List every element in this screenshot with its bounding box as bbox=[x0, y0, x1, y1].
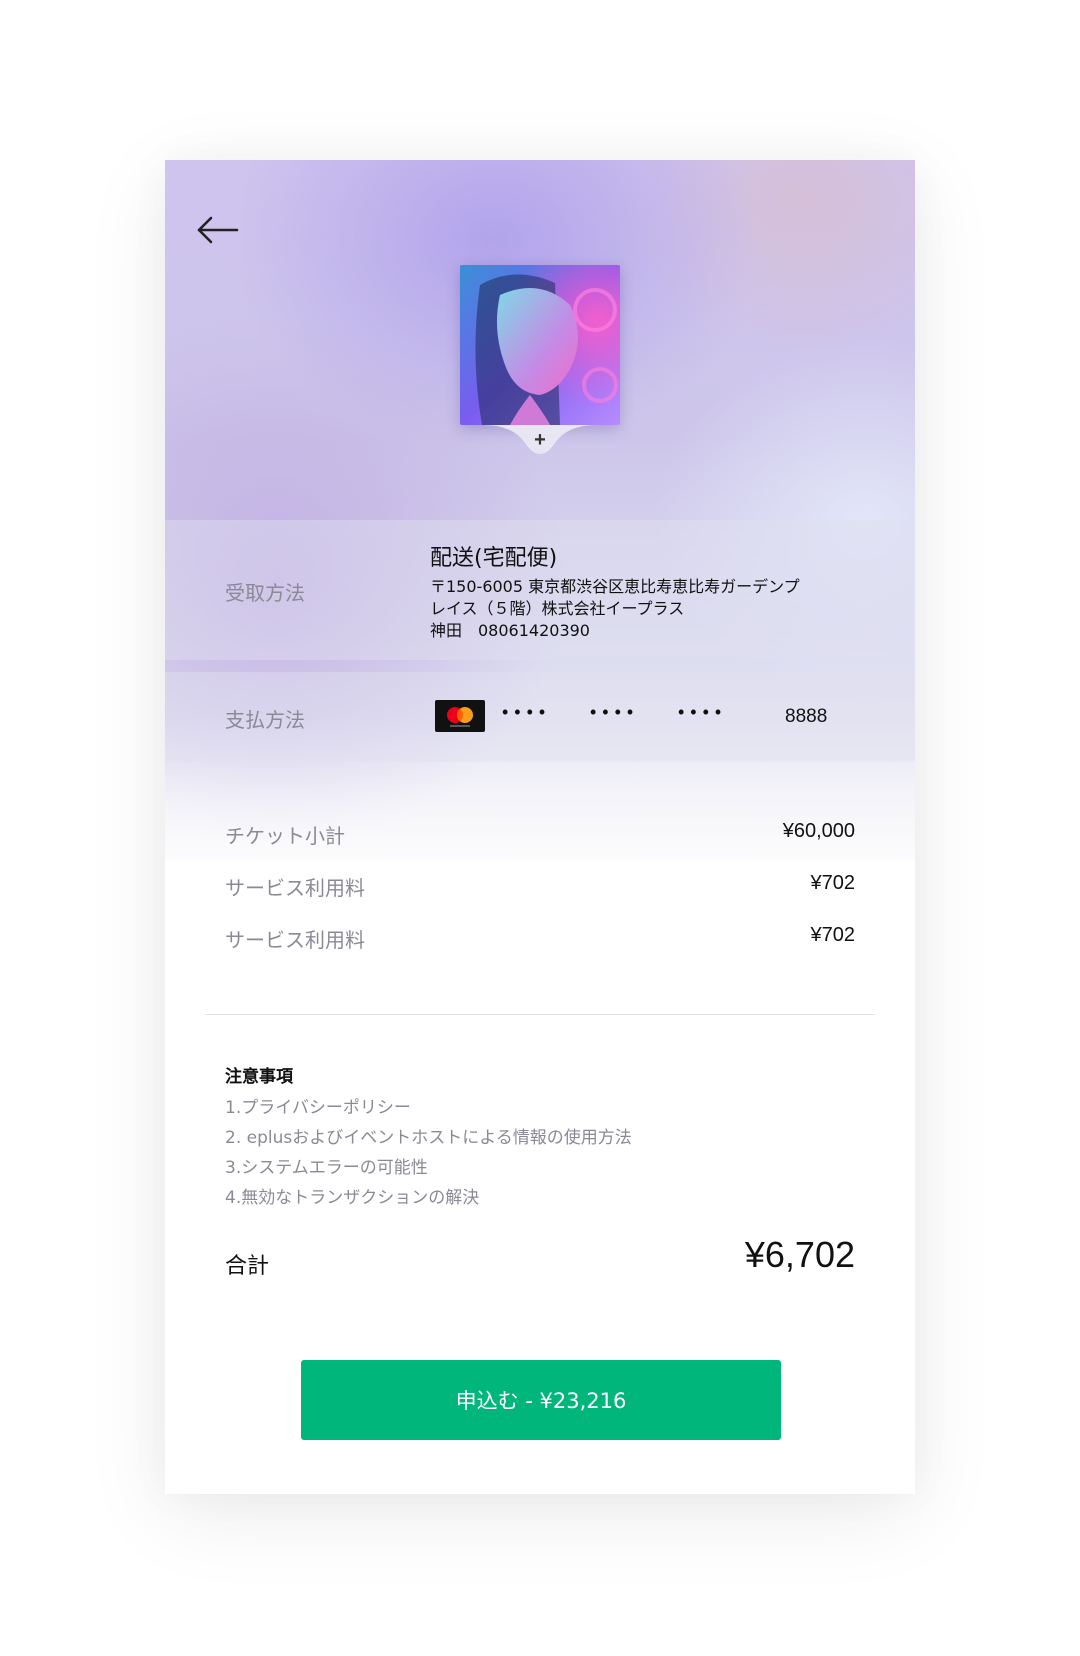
notes-link-invalid-transaction[interactable]: 4.無効なトランザクションの解決 bbox=[225, 1183, 855, 1213]
shipping-address-line2: レイス（５階）株式会社イープラス bbox=[430, 599, 685, 618]
checkout-card: + 受取方法 配送(宅配便) 〒150-6005 東京都渋谷区恵比寿恵比寿ガーデ… bbox=[165, 160, 915, 1494]
line-item-label: チケット小計 bbox=[225, 824, 345, 848]
line-item-label: サービス利用料 bbox=[225, 928, 365, 952]
plus-icon: + bbox=[534, 429, 546, 451]
shipping-method: 配送(宅配便) bbox=[430, 546, 558, 571]
event-cover-image bbox=[460, 265, 620, 425]
line-item: チケット小計 ¥60,000 bbox=[225, 820, 855, 872]
line-item-value: ¥702 bbox=[810, 924, 856, 946]
payment-label: 支払方法 bbox=[225, 708, 305, 732]
line-item-label: サービス利用料 bbox=[225, 876, 365, 900]
shipping-address-line1: 〒150-6005 東京都渋谷区恵比寿恵比寿ガーデンプ bbox=[430, 577, 800, 596]
arrow-left-icon bbox=[197, 216, 239, 244]
notes-link-system-error[interactable]: 3.システムエラーの可能性 bbox=[225, 1153, 855, 1183]
line-item: サービス利用料 ¥702 bbox=[225, 924, 855, 976]
notes-section: 注意事項 1.プライバシーポリシー 2. eplusおよびイベントホストによる情… bbox=[225, 1062, 855, 1213]
shipping-name-phone: 神田 08061420390 bbox=[430, 621, 590, 640]
card-last4: 8888 bbox=[785, 706, 828, 727]
price-breakdown: チケット小計 ¥60,000 サービス利用料 ¥702 サービス利用料 ¥702 bbox=[225, 820, 855, 976]
card-mask-group: •••• bbox=[502, 702, 552, 722]
card-mask-group: •••• bbox=[590, 702, 640, 722]
shipping-details: 配送(宅配便) 〒150-6005 東京都渋谷区恵比寿恵比寿ガーデンプ レイス（… bbox=[430, 540, 850, 642]
payment-row[interactable]: 支払方法 •••• •••• •••• 8888 bbox=[165, 672, 915, 762]
line-item-value: ¥60,000 bbox=[782, 820, 855, 842]
notes-title: 注意事項 bbox=[225, 1067, 293, 1087]
shipping-label: 受取方法 bbox=[225, 581, 305, 605]
card-mask-group: •••• bbox=[678, 702, 728, 722]
line-item: サービス利用料 ¥702 bbox=[225, 872, 855, 924]
apply-button[interactable]: 申込む - ¥23,216 bbox=[301, 1360, 781, 1440]
line-item-value: ¥702 bbox=[810, 872, 856, 894]
back-button[interactable] bbox=[195, 212, 243, 248]
notes-link-privacy[interactable]: 1.プライバシーポリシー bbox=[225, 1093, 855, 1123]
notes-link-data-usage[interactable]: 2. eplusおよびイベントホストによる情報の使用方法 bbox=[225, 1123, 855, 1153]
total-label: 合計 bbox=[225, 1254, 270, 1279]
shipping-row[interactable]: 受取方法 配送(宅配便) 〒150-6005 東京都渋谷区恵比寿恵比寿ガーデンプ… bbox=[165, 520, 915, 660]
add-button[interactable]: + bbox=[483, 425, 597, 461]
mastercard-icon bbox=[435, 700, 485, 732]
divider bbox=[205, 1014, 875, 1015]
total-value: ¥6,702 bbox=[744, 1234, 855, 1275]
